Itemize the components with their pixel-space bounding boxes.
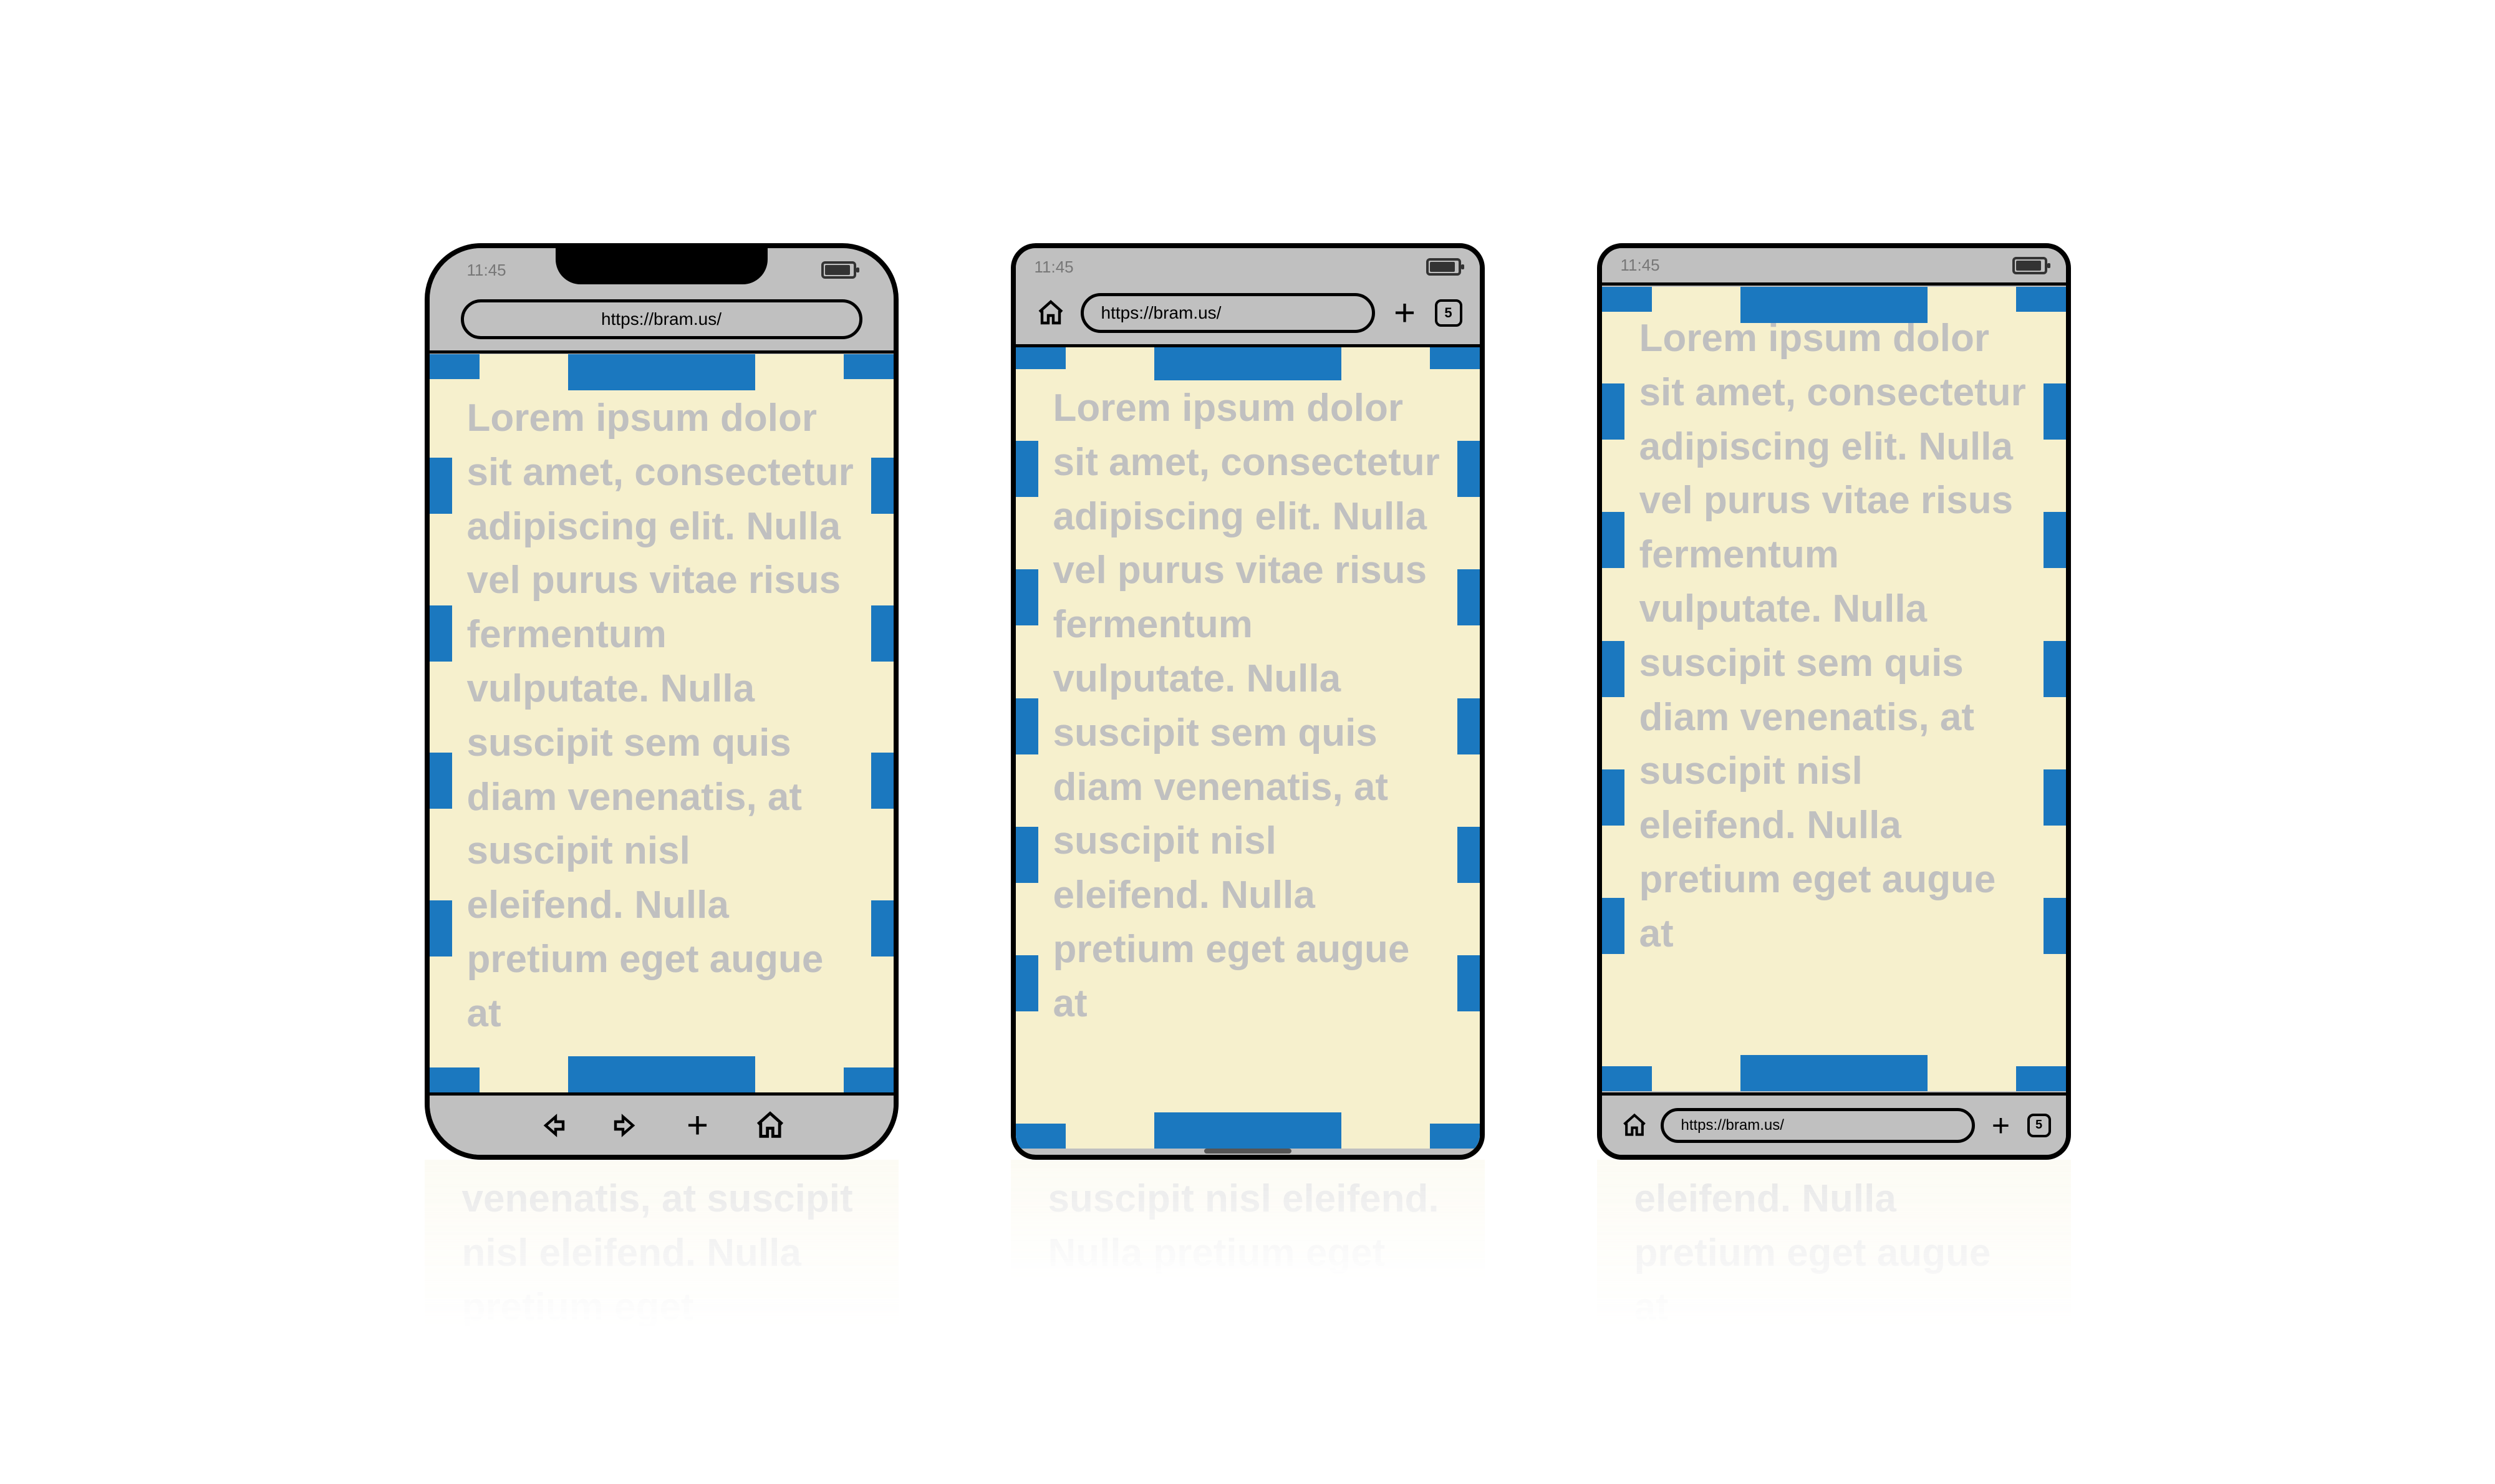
- viewport: Lorem ipsum dolor sit amet, consectetur …: [1602, 287, 2066, 1091]
- battery-icon: [2012, 257, 2047, 274]
- device-frame: 11:45 https://bram.us/ + 5 Lorem ipsum d…: [1011, 243, 1485, 1160]
- tab-count-value: 5: [1444, 305, 1452, 321]
- new-tab-icon[interactable]: +: [1387, 296, 1422, 330]
- new-tab-icon[interactable]: +: [1984, 1108, 2019, 1143]
- home-icon[interactable]: [1617, 1108, 1652, 1143]
- home-icon[interactable]: [1033, 296, 1068, 330]
- url-text: https://bram.us/: [1681, 1117, 1784, 1134]
- device-frame: 11:45 Lorem ipsum dolor sit amet, consec…: [1597, 243, 2071, 1160]
- diagram-stage: 11:45 https://bram.us/ Lorem ipsum dolor…: [425, 243, 2071, 1160]
- tab-count-button[interactable]: 5: [1435, 299, 1462, 327]
- reflection: suscipit nisl eleifend. Nulla pretium eg…: [1011, 1160, 1485, 1484]
- notch: [556, 247, 768, 284]
- tab-count-button[interactable]: 5: [2027, 1114, 2051, 1137]
- device-frame: 11:45 https://bram.us/ Lorem ipsum dolor…: [425, 243, 899, 1160]
- forward-icon[interactable]: [608, 1108, 643, 1143]
- viewport: Lorem ipsum dolor sit amet, consectetur …: [1016, 344, 1480, 1149]
- top-toolbar: https://bram.us/ + 5: [1016, 286, 1480, 347]
- viewport: Lorem ipsum dolor sit amet, consectetur …: [430, 354, 894, 1092]
- clock-label: 11:45: [1621, 256, 1660, 275]
- status-bar: 11:45: [1602, 248, 2066, 286]
- reflection: venenatis, at suscipit nisl eleifend. Nu…: [425, 1160, 899, 1484]
- battery-icon: [1426, 258, 1461, 276]
- tab-count-value: 5: [2035, 1118, 2042, 1132]
- home-icon[interactable]: [753, 1108, 788, 1143]
- url-field[interactable]: https://bram.us/: [1081, 293, 1375, 333]
- clock-label: 11:45: [1035, 258, 1074, 277]
- status-bar: 11:45: [1016, 248, 1480, 286]
- device-variant-c: 11:45 Lorem ipsum dolor sit amet, consec…: [1597, 243, 2071, 1160]
- url-text: https://bram.us/: [601, 309, 721, 329]
- url-field[interactable]: https://bram.us/: [461, 299, 862, 339]
- top-toolbar: https://bram.us/: [430, 292, 894, 354]
- url-text: https://bram.us/: [1101, 303, 1222, 323]
- back-icon[interactable]: [536, 1108, 571, 1143]
- bottom-toolbar: https://bram.us/ + 5: [1602, 1092, 2066, 1155]
- page-body-text: Lorem ipsum dolor sit amet, consectetur …: [1053, 382, 1442, 1031]
- url-field[interactable]: https://bram.us/: [1661, 1108, 1975, 1143]
- bottom-toolbar: +: [430, 1092, 894, 1155]
- new-tab-icon[interactable]: +: [680, 1108, 715, 1143]
- home-indicator: [1204, 1149, 1291, 1154]
- device-variant-b: 11:45 https://bram.us/ + 5 Lorem ipsum d…: [1011, 243, 1485, 1160]
- page-body-text: Lorem ipsum dolor sit amet, consectetur …: [467, 392, 856, 1041]
- clock-label: 11:45: [467, 261, 506, 280]
- page-body-text: Lorem ipsum dolor sit amet, consectetur …: [1639, 312, 2029, 961]
- reflection: eleifend. Nulla pretium eget augue at: [1597, 1160, 2071, 1484]
- device-variant-a: 11:45 https://bram.us/ Lorem ipsum dolor…: [425, 243, 899, 1160]
- battery-icon: [821, 261, 856, 279]
